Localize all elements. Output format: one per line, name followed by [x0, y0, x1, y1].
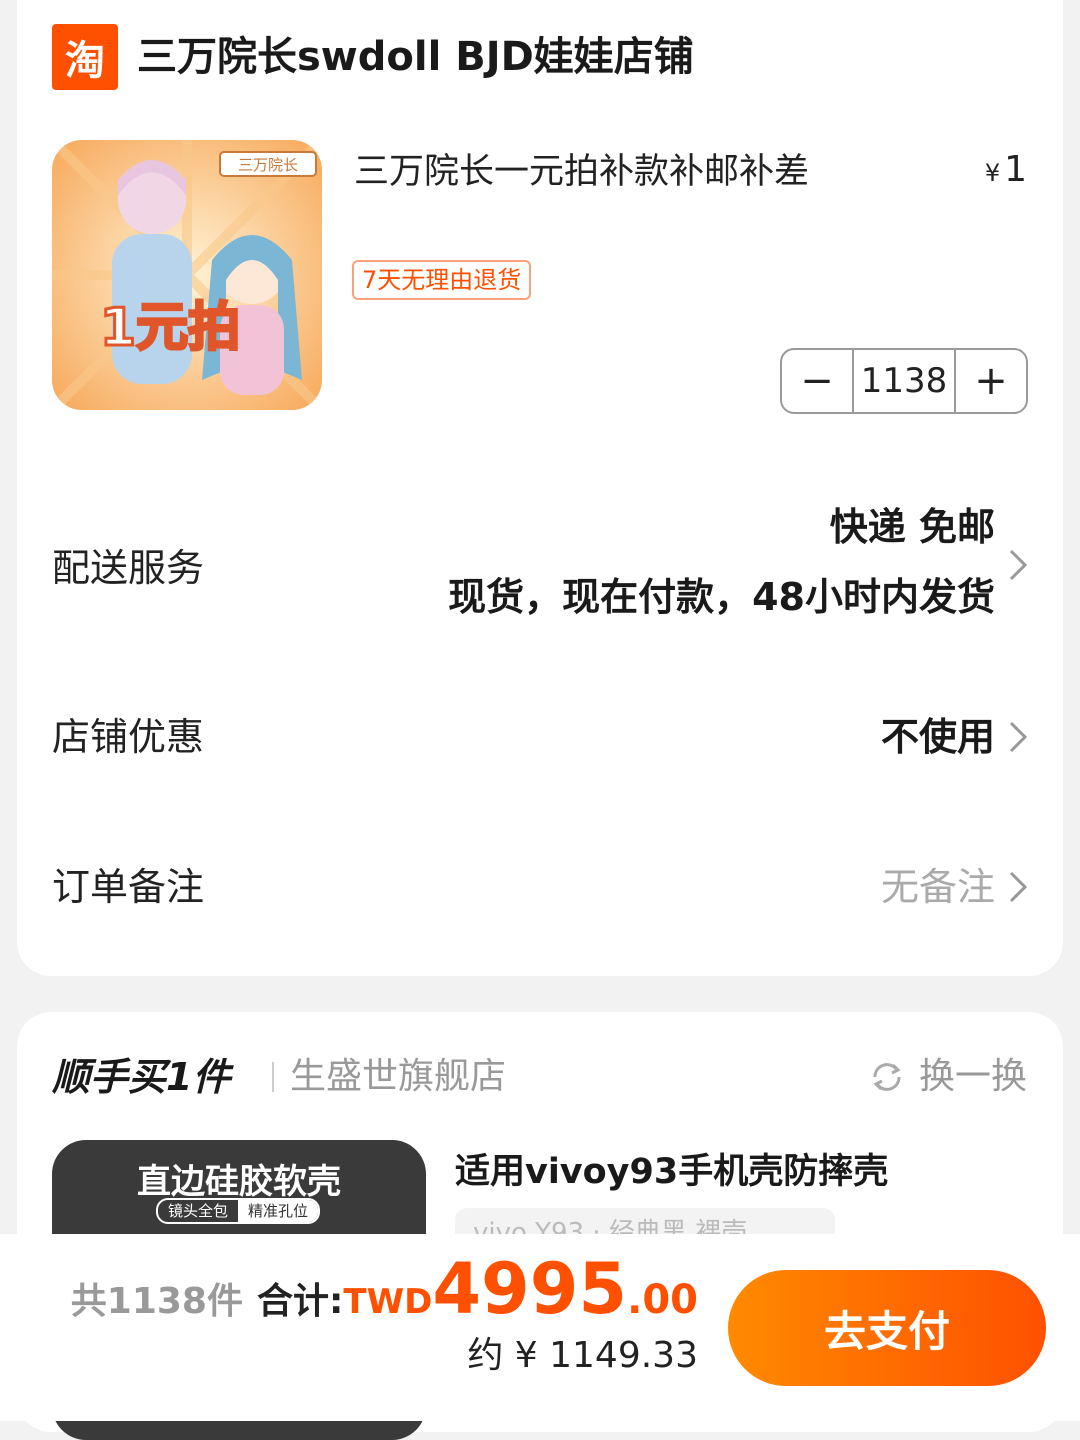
price-value: 1 — [1004, 149, 1027, 190]
order-remark-value[interactable]: 无备注 — [881, 862, 995, 912]
shop-name[interactable]: 三万院长swdoll BJD娃娃店铺 — [137, 30, 694, 84]
refresh-button[interactable]: 换一换 — [867, 1052, 1027, 1102]
refresh-label: 换一换 — [918, 1056, 1027, 1097]
upsell-product-title[interactable]: 适用vivoy93手机壳防摔壳 — [455, 1150, 888, 1194]
total-currency: TWD — [343, 1282, 433, 1322]
product-title[interactable]: 三万院长一元拍补款补邮补差 — [354, 150, 809, 194]
remark-chevron-right-icon[interactable] — [1005, 867, 1031, 907]
return-policy-badge: 7天无理由退货 — [352, 260, 532, 300]
product-image[interactable]: 三万院长 1元拍 — [52, 140, 322, 410]
quantity-input[interactable]: 1138 — [852, 350, 956, 412]
image-brand-text: 三万院长 — [238, 156, 298, 174]
shop-coupon-label: 店铺优惠 — [52, 715, 205, 759]
upsell-image-tags: 镜头全包 精准孔位 — [156, 1198, 321, 1224]
refresh-icon — [873, 1063, 901, 1091]
total-amount-decimal: .00 — [627, 1277, 698, 1323]
order-card: 淘 三万院长swdoll BJD娃娃店铺 三万院长 1元拍 三万院长一元拍补款补… — [17, 0, 1063, 976]
order-remark-label: 订单备注 — [52, 865, 205, 909]
upsell-image-tag: 镜头全包 — [168, 1202, 229, 1220]
upsell-divider — [272, 1062, 274, 1092]
shop-coupon-value[interactable]: 不使用 — [881, 712, 995, 762]
total-amount-integer: 4995 — [432, 1248, 628, 1330]
product-price: ¥1 — [985, 148, 1027, 195]
product-illustration: 三万院长 1元拍 — [52, 140, 322, 410]
quantity-stepper: − 1138 + — [780, 348, 1028, 414]
delivery-timing: 现货，现在付款，48小时内发货 — [448, 575, 995, 619]
delivery-label: 配送服务 — [52, 546, 205, 590]
checkout-bar: 共1138件 合计: TWD 4995 .00 约 ¥ 1149.33 去支付 — [0, 1234, 1080, 1421]
upsell-image-heading: 直边硅胶软壳 — [137, 1162, 341, 1202]
total-line: 共1138件 合计: TWD 4995 .00 — [71, 1254, 698, 1324]
taobao-logo-icon: 淘 — [52, 24, 118, 90]
decrease-quantity-button[interactable]: − — [782, 350, 852, 412]
delivery-method: 快递 免邮 — [829, 505, 995, 549]
upsell-image-tag: 精准孔位 — [238, 1200, 319, 1222]
image-caption-text: 1元拍 — [100, 298, 240, 358]
delivery-chevron-right-icon[interactable] — [1005, 545, 1031, 585]
approx-cny-total: 约 ¥ 1149.33 — [467, 1335, 698, 1376]
item-count: 共1138件 — [70, 1281, 243, 1322]
total-label: 合计: — [256, 1281, 344, 1322]
increase-quantity-button[interactable]: + — [956, 350, 1026, 412]
coupon-chevron-right-icon[interactable] — [1005, 717, 1031, 757]
pay-button[interactable]: 去支付 — [728, 1270, 1046, 1386]
upsell-title: 顺手买1件 — [52, 1055, 231, 1099]
upsell-shop-name[interactable]: 生盛世旗舰店 — [290, 1052, 506, 1102]
price-currency: ¥ — [984, 159, 1001, 187]
